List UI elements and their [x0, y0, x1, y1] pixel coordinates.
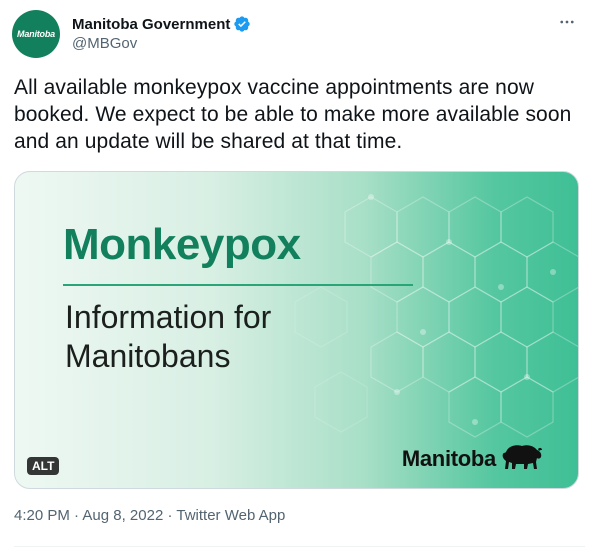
avatar-logo-text: Manitoba	[17, 29, 55, 39]
bison-icon	[502, 445, 542, 469]
media-title: Monkeypox	[63, 220, 301, 269]
meta-separator: ·	[74, 507, 80, 524]
media-divider	[63, 284, 413, 286]
more-options-button[interactable]	[555, 10, 579, 34]
manitoba-logo-text: Manitoba	[401, 446, 496, 471]
handle[interactable]: @MBGov	[72, 35, 251, 52]
display-name[interactable]: Manitoba Government	[72, 16, 230, 33]
tweet-media-image[interactable]: Monkeypox Information for Manitobans Man…	[14, 171, 579, 489]
tweet: Manitoba Manitoba Government @MBGov All …	[0, 0, 599, 550]
source-app[interactable]: Twitter Web App	[176, 507, 285, 524]
more-options-icon	[560, 20, 574, 24]
divider	[14, 546, 585, 547]
name-row: Manitoba Government	[72, 14, 251, 34]
tweet-text: All available monkeypox vaccine appointm…	[14, 76, 572, 153]
media-subtitle: Information for Manitobans	[65, 299, 272, 374]
author-info: Manitoba Government @MBGov	[72, 14, 251, 52]
tweet-metadata: 4:20 PM · Aug 8, 2022 · Twitter Web App	[14, 507, 285, 524]
verified-badge-icon	[234, 16, 251, 32]
tweet-time[interactable]: 4:20 PM	[14, 507, 70, 524]
alt-text-badge[interactable]: ALT	[27, 457, 60, 475]
manitoba-logo: Manitoba	[402, 442, 544, 472]
meta-separator-2: ·	[167, 507, 173, 524]
tweet-date[interactable]: Aug 8, 2022	[82, 507, 163, 524]
avatar[interactable]: Manitoba	[12, 10, 60, 58]
